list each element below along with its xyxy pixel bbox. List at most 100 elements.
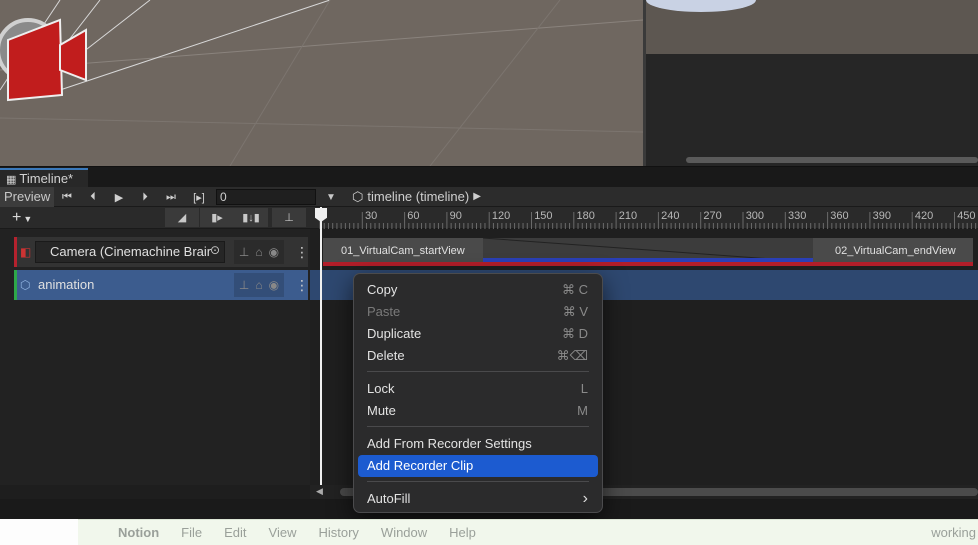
- go-to-start-icon[interactable]: ⏮: [54, 187, 80, 207]
- desktop-edge: [0, 519, 78, 545]
- cube-icon: ⬡: [20, 278, 31, 292]
- track-menu-icon[interactable]: ⋮: [295, 270, 309, 300]
- ruler-tick-label: 240: [661, 210, 679, 222]
- breadcrumb[interactable]: ⬡ timeline (timeline) ▶: [352, 187, 481, 207]
- menu-label: Delete: [367, 348, 405, 363]
- chevron-right-icon: ▶: [473, 191, 481, 202]
- menu-label: Copy: [367, 282, 398, 297]
- next-frame-icon[interactable]: ⏵: [132, 187, 158, 207]
- chevron-down-icon[interactable]: ▼: [320, 187, 342, 207]
- tab-bar: [0, 166, 978, 187]
- menu-item-duplicate[interactable]: Duplicate ⌘ D: [358, 323, 598, 345]
- menu-shortcut: ⌘ C: [562, 282, 588, 297]
- camera-track-label: Camera (Cinemachine Brair: [50, 244, 212, 259]
- menubar-app-name[interactable]: Notion: [118, 525, 159, 540]
- menu-item-mute[interactable]: Mute M: [358, 400, 598, 422]
- menubar-view[interactable]: View: [269, 525, 297, 540]
- menu-item-lock[interactable]: Lock L: [358, 378, 598, 400]
- ruler-tick-label: 270: [703, 210, 721, 222]
- menubar-history[interactable]: History: [318, 525, 358, 540]
- menu-item-delete[interactable]: Delete ⌘⌫: [358, 345, 598, 367]
- pin-icon[interactable]: ⊥: [239, 278, 249, 292]
- play-icon[interactable]: ▶: [106, 187, 132, 207]
- blend-color-bar: [483, 258, 813, 262]
- playhead[interactable]: [320, 207, 322, 485]
- camera-icon: ◧: [20, 245, 32, 259]
- scroll-left-icon[interactable]: ◀: [316, 486, 323, 497]
- menubar-status: working: [931, 525, 976, 540]
- track-menu-icon[interactable]: ⋮: [295, 237, 309, 267]
- range-icon[interactable]: [▸]: [186, 187, 212, 207]
- menu-label: Mute: [367, 403, 396, 418]
- add-track-button[interactable]: + ▼: [12, 209, 48, 227]
- ruler-tick-label: 330: [788, 210, 806, 222]
- menu-label: Add From Recorder Settings: [367, 436, 532, 451]
- menu-item-add-recorder-clip[interactable]: Add Recorder Clip: [358, 455, 598, 477]
- game-view[interactable]: [646, 0, 978, 166]
- track-list: [0, 229, 310, 485]
- timeline-window-icon: ▦: [6, 174, 17, 186]
- animation-track-label: animation: [38, 277, 95, 292]
- ruler-tick-label: 90: [450, 210, 462, 222]
- preview-button[interactable]: Preview: [0, 187, 54, 207]
- ruler-tick-label: 180: [577, 210, 595, 222]
- menu-item-autofill[interactable]: AutoFill ›: [358, 488, 598, 510]
- game-scrollbar[interactable]: [686, 157, 978, 163]
- ripple-icon[interactable]: ▮▸: [200, 208, 234, 227]
- camera-gizmo-icon[interactable]: [0, 0, 90, 105]
- target-icon[interactable]: ⊙: [210, 243, 220, 257]
- tab-timeline[interactable]: ▦ Timeline*: [0, 168, 88, 187]
- lock-icon[interactable]: ⌂: [255, 245, 262, 259]
- frame-input[interactable]: 0: [216, 189, 316, 205]
- menu-separator: [367, 371, 589, 372]
- macos-menubar: Notion File Edit View History Window Hel…: [78, 519, 978, 545]
- menu-separator: [367, 426, 589, 427]
- ruler-tick-label: 210: [619, 210, 637, 222]
- ruler-tick-label: 30: [365, 210, 377, 222]
- ruler-tick-label: 360: [830, 210, 848, 222]
- menu-label: AutoFill: [367, 491, 411, 506]
- menu-label: Duplicate: [367, 326, 422, 341]
- ruler-tick-label: 150: [534, 210, 552, 222]
- menubar-file[interactable]: File: [181, 525, 202, 540]
- ruler-tick-label: 450: [957, 210, 975, 222]
- lock-icon[interactable]: ⌂: [255, 278, 262, 292]
- menu-item-add-from-recorder-settings[interactable]: Add From Recorder Settings: [358, 433, 598, 455]
- ruler-ticks: 30 60 90 120 150 180 210 240 270 300 330 360 390 420 4…: [319, 210, 977, 229]
- menu-separator: [367, 481, 589, 482]
- menu-shortcut: ⌘ V: [562, 304, 588, 319]
- clip-color-bar: [323, 262, 973, 266]
- track-controls: ⊥ ⌂ ◉: [234, 273, 284, 297]
- replace-icon[interactable]: ▮↓▮: [234, 208, 268, 227]
- cube-icon: ⬡: [352, 189, 364, 204]
- menu-shortcut: ⌘⌫: [556, 348, 588, 363]
- camera-binding-field[interactable]: Camera (Cinemachine Brair ⊙: [35, 241, 225, 263]
- menu-shortcut: M: [577, 403, 588, 418]
- menu-shortcut: L: [580, 381, 588, 396]
- menubar-help[interactable]: Help: [449, 525, 476, 540]
- eye-icon[interactable]: ◉: [269, 278, 279, 292]
- clip-end-view[interactable]: 02_VirtualCam_endView: [813, 238, 973, 262]
- menu-item-paste[interactable]: Paste ⌘ V: [358, 301, 598, 323]
- eye-icon[interactable]: ◉: [269, 245, 279, 259]
- previous-frame-icon[interactable]: ⏴: [80, 187, 106, 207]
- ruler-tick-label: 390: [873, 210, 891, 222]
- menu-label: Add Recorder Clip: [367, 458, 474, 473]
- menu-item-copy[interactable]: Copy ⌘ C: [358, 279, 598, 301]
- menu-label: Paste: [367, 304, 401, 319]
- snap-icon[interactable]: ◢: [165, 208, 199, 227]
- breadcrumb-label: timeline (timeline): [367, 189, 470, 204]
- ruler-tick-label: 300: [746, 210, 764, 222]
- track-animation[interactable]: ⬡ animation ⊥ ⌂ ◉ ⋮: [14, 270, 309, 300]
- go-to-end-icon[interactable]: ⏭: [158, 187, 184, 207]
- track-camera[interactable]: ◧ Camera (Cinemachine Brair ⊙ ⊥ ⌂ ◉ ⋮: [14, 237, 309, 267]
- context-menu: Copy ⌘ C Paste ⌘ V Duplicate ⌘ D Delete ⌘⌫ L…: [353, 273, 603, 513]
- ruler-tick-label: 60: [407, 210, 419, 222]
- time-ruler[interactable]: 30 60 90 120 150 180 210 240 270 300 330 360 390 420 4…: [310, 207, 978, 229]
- menubar-edit[interactable]: Edit: [224, 525, 246, 540]
- pin-icon[interactable]: ⊥: [272, 208, 306, 227]
- menubar-window[interactable]: Window: [381, 525, 427, 540]
- clip-start-view[interactable]: 01_VirtualCam_startView: [323, 238, 483, 262]
- pin-icon[interactable]: ⊥: [239, 245, 249, 259]
- menu-shortcut: ⌘ D: [562, 326, 588, 341]
